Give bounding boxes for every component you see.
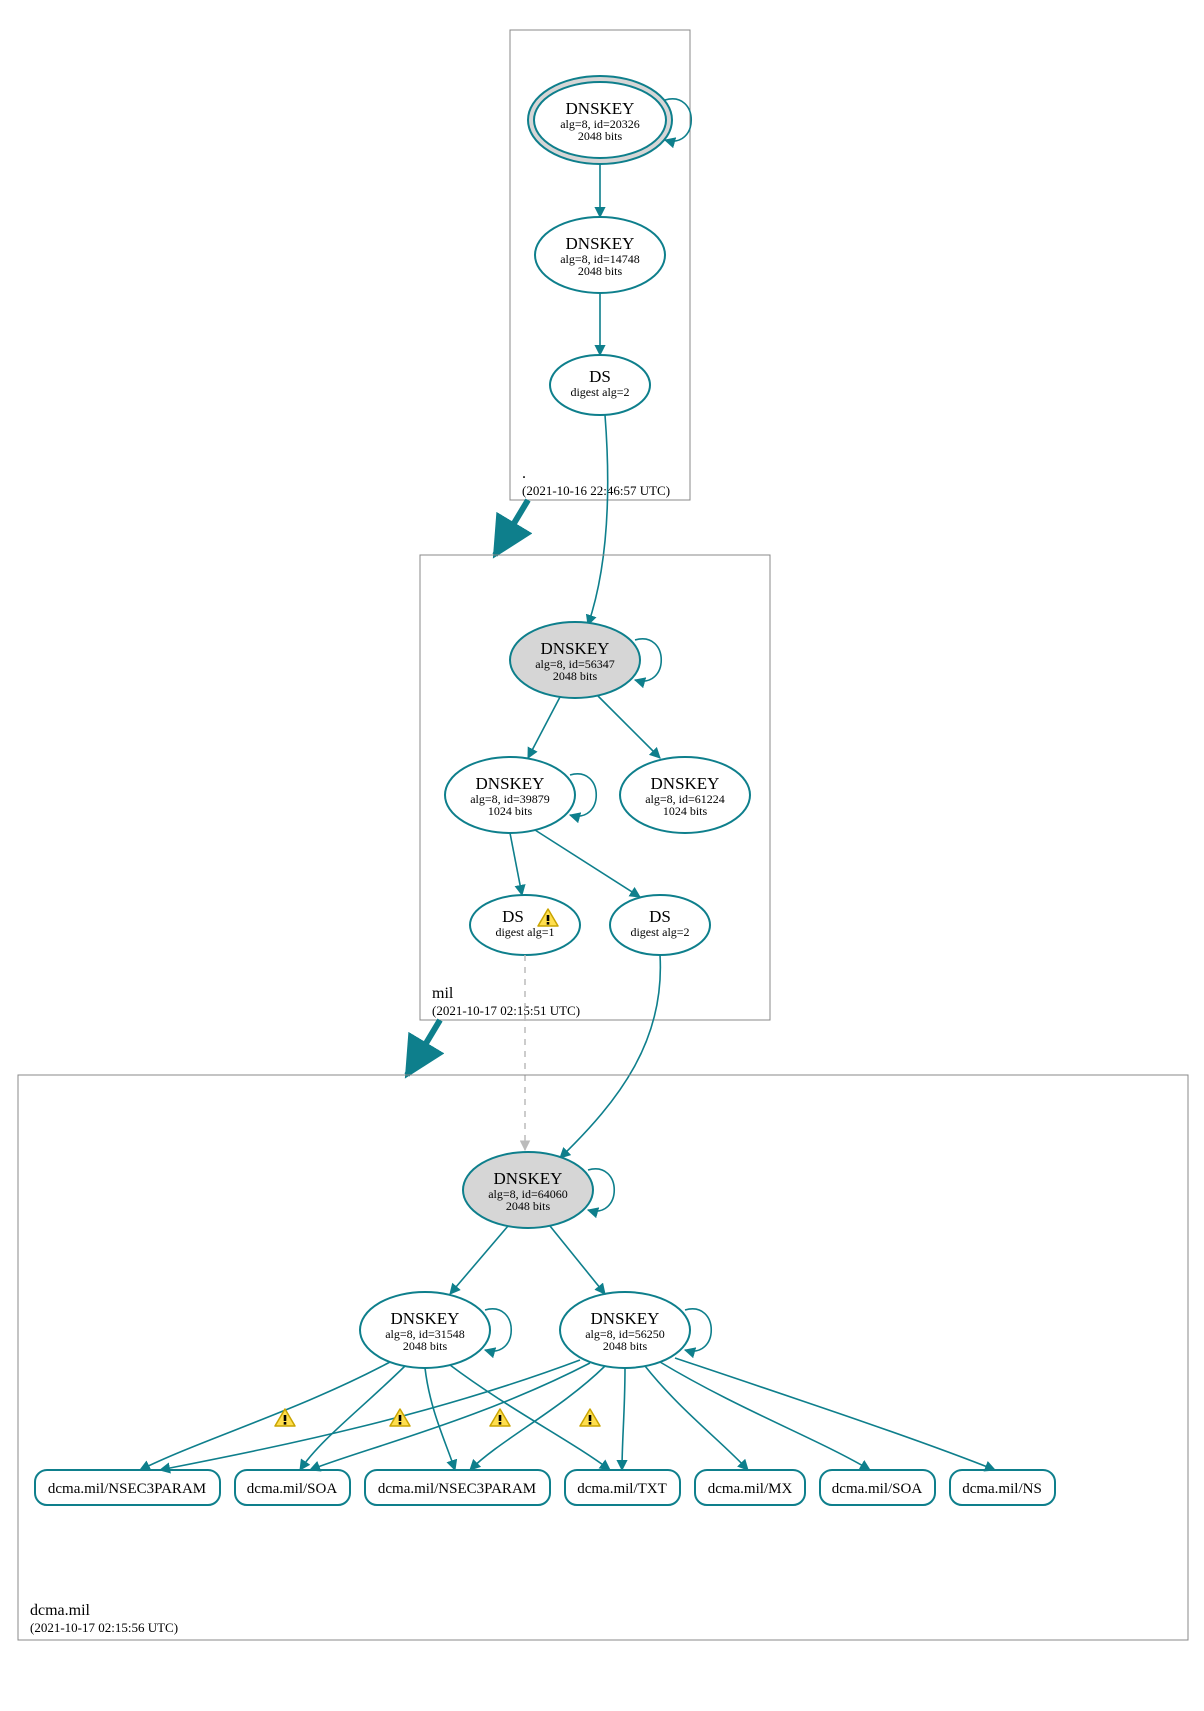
node-root-zsk-title: DNSKEY	[566, 234, 635, 253]
edge-mil-zsk1-to-ds1	[510, 833, 522, 895]
node-dcma-zsk2-title: DNSKEY	[591, 1309, 660, 1328]
edge-root-ds-to-mil-ksk	[588, 415, 608, 625]
node-dcma-ksk-title: DNSKEY	[494, 1169, 563, 1188]
edge-delegation-root-mil	[495, 500, 528, 555]
node-dcma-zsk2-line2: 2048 bits	[603, 1339, 648, 1353]
rr-soa-1: dcma.mil/SOA	[235, 1470, 350, 1505]
node-mil-ds2-title: DS	[649, 907, 671, 926]
zone-root: . (2021-10-16 22:46:57 UTC) DNSKEY alg=8…	[510, 30, 691, 500]
node-dcma-zsk2: DNSKEY alg=8, id=56250 2048 bits	[560, 1292, 690, 1368]
rr-nsec3param-1-text: dcma.mil/NSEC3PARAM	[48, 1481, 206, 1497]
zone-dcma-label: dcma.mil	[30, 1602, 91, 1619]
node-mil-zsk1-title: DNSKEY	[476, 774, 545, 793]
node-root-ds-line1: digest alg=2	[570, 385, 629, 399]
rr-mx: dcma.mil/MX	[695, 1470, 805, 1505]
rr-ns: dcma.mil/NS	[950, 1470, 1055, 1505]
node-mil-ksk-line2: 2048 bits	[553, 669, 598, 683]
warning-icon	[580, 1409, 600, 1426]
node-root-ksk-title: DNSKEY	[566, 99, 635, 118]
node-mil-ksk-title: DNSKEY	[541, 639, 610, 658]
node-dcma-zsk1-line2: 2048 bits	[403, 1339, 448, 1353]
edge-dcma-ksk-to-zsk2	[550, 1226, 605, 1294]
node-dcma-zsk1: DNSKEY alg=8, id=31548 2048 bits	[360, 1292, 490, 1368]
edge-zsk2-r4	[622, 1368, 625, 1470]
node-mil-zsk1-line2: 1024 bits	[488, 804, 533, 818]
rr-txt-text: dcma.mil/TXT	[577, 1481, 667, 1497]
node-root-ksk: DNSKEY alg=8, id=20326 2048 bits	[528, 76, 672, 164]
node-root-zsk: DNSKEY alg=8, id=14748 2048 bits	[535, 217, 665, 293]
zone-mil-timestamp: (2021-10-17 02:15:51 UTC)	[432, 1003, 580, 1018]
node-mil-zsk2-line2: 1024 bits	[663, 804, 708, 818]
edge-zsk2-r1	[160, 1360, 580, 1470]
rr-soa-2: dcma.mil/SOA	[820, 1470, 935, 1505]
zone-dcma-timestamp: (2021-10-17 02:15:56 UTC)	[30, 1620, 178, 1635]
edge-zsk1-r1	[140, 1362, 390, 1470]
edge-mil-zsk1-to-ds2	[535, 830, 640, 897]
rr-soa-1-text: dcma.mil/SOA	[247, 1481, 338, 1497]
node-mil-zsk1: DNSKEY alg=8, id=39879 1024 bits	[445, 757, 575, 833]
rr-ns-text: dcma.mil/NS	[962, 1481, 1042, 1497]
node-dcma-zsk1-title: DNSKEY	[391, 1309, 460, 1328]
zone-root-label: .	[522, 465, 526, 482]
rr-txt: dcma.mil/TXT	[565, 1470, 680, 1505]
warning-icon	[275, 1409, 295, 1426]
edge-mil-ds2-to-dcma-ksk	[560, 955, 660, 1158]
rr-nsec3param-2: dcma.mil/NSEC3PARAM	[365, 1470, 550, 1505]
node-root-ds-title: DS	[589, 367, 611, 386]
zone-mil-label: mil	[432, 985, 454, 1002]
zone-root-timestamp: (2021-10-16 22:46:57 UTC)	[522, 483, 670, 498]
edge-zsk2-r5	[645, 1366, 748, 1470]
zone-mil: mil (2021-10-17 02:15:51 UTC) DNSKEY alg…	[420, 555, 770, 1020]
node-root-zsk-line2: 2048 bits	[578, 264, 623, 278]
node-mil-ds2: DS digest alg=2	[610, 895, 710, 955]
node-mil-ksk: DNSKEY alg=8, id=56347 2048 bits	[510, 622, 640, 698]
edge-zsk1-r3	[425, 1368, 455, 1470]
edge-mil-ksk-to-zsk2	[598, 696, 660, 758]
node-dcma-ksk-line2: 2048 bits	[506, 1199, 551, 1213]
edge-zsk2-r7	[675, 1358, 995, 1470]
rr-nsec3param-1: dcma.mil/NSEC3PARAM	[35, 1470, 220, 1505]
warning-icon	[490, 1409, 510, 1426]
node-mil-zsk2: DNSKEY alg=8, id=61224 1024 bits	[620, 757, 750, 833]
node-dcma-ksk: DNSKEY alg=8, id=64060 2048 bits	[463, 1152, 593, 1228]
node-mil-ds2-line1: digest alg=2	[630, 925, 689, 939]
node-mil-ds1-title: DS	[502, 907, 524, 926]
rr-soa-2-text: dcma.mil/SOA	[832, 1481, 923, 1497]
dnssec-graph: . (2021-10-16 22:46:57 UTC) DNSKEY alg=8…	[0, 0, 1204, 1711]
warning-icon	[390, 1409, 410, 1426]
node-root-ksk-line2: 2048 bits	[578, 129, 623, 143]
node-mil-zsk2-title: DNSKEY	[651, 774, 720, 793]
node-mil-ds1-line1: digest alg=1	[495, 925, 554, 939]
edge-mil-ksk-to-zsk1	[528, 697, 560, 758]
rr-mx-text: dcma.mil/MX	[708, 1481, 793, 1497]
zone-dcma: dcma.mil (2021-10-17 02:15:56 UTC) DNSKE…	[18, 1075, 1188, 1640]
rr-nsec3param-2-text: dcma.mil/NSEC3PARAM	[378, 1481, 536, 1497]
node-mil-ds1: DS digest alg=1	[470, 895, 580, 955]
edge-delegation-mil-dcma	[407, 1020, 440, 1075]
edge-dcma-ksk-to-zsk1	[450, 1226, 508, 1294]
node-root-ds: DS digest alg=2	[550, 355, 650, 415]
